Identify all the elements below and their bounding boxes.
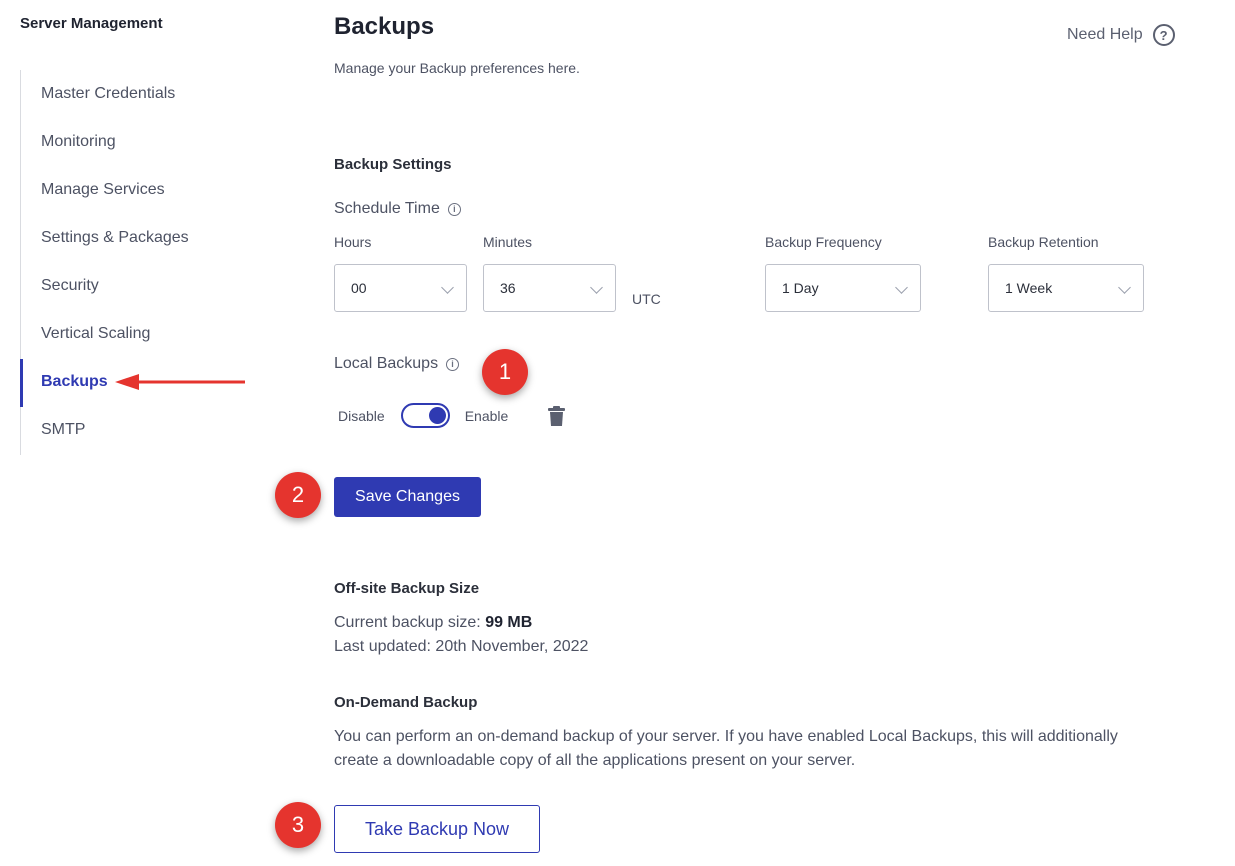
page-title: Backups (334, 13, 435, 40)
hours-label: Hours (334, 234, 372, 250)
backup-retention-select[interactable]: 1 Week (988, 264, 1144, 312)
help-circle-icon: ? (1152, 24, 1175, 46)
hours-select[interactable]: 00 (334, 264, 467, 312)
sidebar-title: Server Management (20, 15, 163, 32)
trash-icon[interactable] (548, 405, 565, 427)
offsite-backup-heading: Off-site Backup Size (334, 580, 480, 597)
take-backup-now-button[interactable]: Take Backup Now (334, 805, 540, 853)
active-indicator (20, 359, 23, 407)
last-updated-text: Last updated: 20th November, 2022 (334, 638, 589, 655)
toggle-disable-label: Disable (338, 407, 385, 424)
chevron-down-icon (1118, 281, 1131, 294)
page-subtitle: Manage your Backup preferences here. (334, 60, 580, 76)
info-icon[interactable]: i (446, 357, 460, 371)
minutes-select[interactable]: 36 (483, 264, 616, 312)
sidebar-item-security[interactable]: Security (41, 277, 99, 295)
annotation-badge-2: 2 (275, 472, 321, 518)
backup-size-value: 99 MB (485, 614, 533, 631)
schedule-time-label-row: Schedule Time i (334, 200, 461, 218)
timezone-label: UTC (632, 291, 661, 307)
backup-size-prefix: Current backup size: (334, 614, 486, 631)
local-backups-toggle[interactable] (400, 403, 450, 428)
chevron-down-icon (895, 281, 908, 294)
sidebar-item-smtp[interactable]: SMTP (41, 421, 85, 439)
chevron-down-icon (441, 281, 454, 294)
minutes-label: Minutes (483, 234, 533, 250)
toggle-knob (428, 407, 446, 424)
local-backups-label-row: Local Backups i (334, 355, 460, 373)
annotation-arrow (115, 374, 245, 390)
on-demand-backup-heading: On-Demand Backup (334, 694, 478, 711)
backup-retention-value: 1 Week (1005, 280, 1053, 296)
local-backups-label: Local Backups (334, 355, 439, 372)
chevron-down-icon (590, 281, 603, 294)
annotation-badge-1: 1 (482, 349, 528, 395)
need-help-link[interactable]: Need Help ? (1067, 24, 1175, 46)
sidebar-item-vertical-scaling[interactable]: Vertical Scaling (41, 325, 150, 343)
backup-frequency-value: 1 Day (782, 280, 819, 296)
current-backup-size: Current backup size: 99 MB (334, 614, 532, 632)
backup-frequency-label: Backup Frequency (765, 234, 882, 250)
sidebar-nav: Master Credentials Monitoring Manage Ser… (20, 70, 250, 455)
annotation-badge-3: 3 (275, 802, 321, 848)
backup-settings-heading: Backup Settings (334, 156, 452, 173)
minutes-value: 36 (500, 280, 516, 296)
info-icon[interactable]: i (447, 202, 461, 216)
sidebar-item-master-credentials[interactable]: Master Credentials (41, 85, 175, 103)
toggle-enable-label: Enable (464, 407, 509, 424)
on-demand-description: You can perform an on-demand backup of y… (334, 728, 1118, 769)
backup-frequency-select[interactable]: 1 Day (765, 264, 921, 312)
save-changes-button[interactable]: Save Changes (334, 477, 481, 517)
sidebar-item-backups[interactable]: Backups (41, 373, 108, 391)
hours-value: 00 (351, 280, 367, 296)
sidebar-item-manage-services[interactable]: Manage Services (41, 181, 165, 199)
sidebar-item-monitoring[interactable]: Monitoring (41, 133, 116, 151)
backup-retention-label: Backup Retention (988, 234, 1099, 250)
schedule-time-label: Schedule Time (334, 200, 440, 217)
sidebar-item-settings-packages[interactable]: Settings & Packages (41, 229, 189, 247)
need-help-label: Need Help (1067, 26, 1143, 43)
local-backups-toggle-row: Disable Enable (338, 403, 508, 428)
